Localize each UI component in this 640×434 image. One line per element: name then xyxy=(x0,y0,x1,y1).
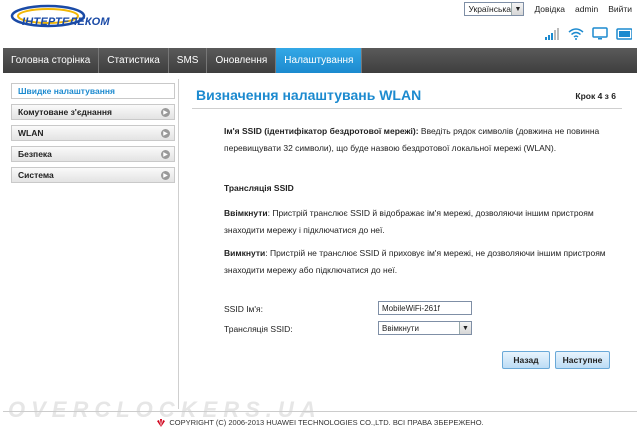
sidebar-item-quick-setup[interactable]: Швидке налаштування xyxy=(11,83,175,99)
sidebar-item-system[interactable]: Система ▶ xyxy=(11,167,175,183)
huawei-logo-icon xyxy=(157,418,166,427)
wifi-icon xyxy=(568,26,584,40)
nav-sms[interactable]: SMS xyxy=(169,48,208,73)
disable-description: Вимкнути: Пристрій не транслює SSID й пр… xyxy=(224,245,624,279)
logout-link[interactable]: Вийти xyxy=(608,4,632,14)
sidebar-item-label: Безпека xyxy=(18,149,52,159)
footer: COPYRIGHT (C) 2006-2013 HUAWEI TECHNOLOG… xyxy=(0,418,640,427)
broadcast-label: Трансляція SSID: xyxy=(224,324,293,334)
sidebar: Швидке налаштування Комутоване з'єднання… xyxy=(3,79,179,409)
monitor-icon xyxy=(592,26,608,40)
title-row: Визначення налаштувань WLAN Крок 4 з 6 xyxy=(192,87,622,109)
enable-description: Ввімкнути: Пристрій транслює SSID й відо… xyxy=(224,205,624,239)
nav-statistics[interactable]: Статистика xyxy=(99,48,169,73)
help-link[interactable]: Довідка xyxy=(534,4,565,14)
chevron-down-icon: ▼ xyxy=(511,3,524,15)
ssid-input[interactable]: MobileWiFi-261f xyxy=(378,301,472,315)
nav-update[interactable]: Оновлення xyxy=(207,48,277,73)
sidebar-item-label: Система xyxy=(18,170,54,180)
ssid-description: Ім'я SSID (ідентифікатор бездротової мер… xyxy=(224,123,624,157)
ssid-desc-bold: Ім'я SSID (ідентифікатор бездротової мер… xyxy=(224,126,419,136)
sidebar-item-label: Комутоване з'єднання xyxy=(18,107,113,117)
logo-text: ІНТЕРТЕЛЕКОМ xyxy=(22,16,110,28)
footer-divider xyxy=(3,411,637,412)
next-button[interactable]: Наступне xyxy=(555,351,610,369)
enable-text: : Пристрій транслює SSID й відображає ім… xyxy=(224,208,594,235)
sidebar-item-dialup[interactable]: Комутоване з'єднання ▶ xyxy=(11,104,175,120)
signal-strength-icon xyxy=(544,26,560,40)
language-value: Українська xyxy=(468,4,512,14)
chevron-right-icon: ▶ xyxy=(161,170,170,180)
chevron-right-icon: ▶ xyxy=(161,128,170,138)
main-nav: Головна сторінка Статистика SMS Оновленн… xyxy=(3,48,637,73)
broadcast-select[interactable]: Ввімкнути ▼ xyxy=(378,321,472,335)
sidebar-item-security[interactable]: Безпека ▶ xyxy=(11,146,175,162)
battery-icon xyxy=(616,26,632,40)
chevron-down-icon: ▼ xyxy=(459,322,471,334)
nav-settings[interactable]: Налаштування xyxy=(276,48,363,73)
status-icons xyxy=(544,26,632,40)
broadcast-value: Ввімкнути xyxy=(382,323,419,333)
header: ІНТЕРТЕЛЕКОМ Українська ▼ Довідка admin … xyxy=(0,0,640,46)
user-link[interactable]: admin xyxy=(575,4,598,14)
disable-bold: Вимкнути xyxy=(224,248,266,258)
copyright-text: COPYRIGHT (C) 2006-2013 HUAWEI TECHNOLOG… xyxy=(169,418,484,427)
chevron-right-icon: ▶ xyxy=(161,149,170,159)
sidebar-item-label: WLAN xyxy=(18,128,44,138)
enable-bold: Ввімкнути xyxy=(224,208,268,218)
back-button[interactable]: Назад xyxy=(502,351,550,369)
top-links: Українська ▼ Довідка admin Вийти xyxy=(464,2,632,16)
language-select[interactable]: Українська ▼ xyxy=(464,2,525,16)
nav-home[interactable]: Головна сторінка xyxy=(3,48,100,73)
step-indicator: Крок 4 з 6 xyxy=(575,91,616,101)
chevron-right-icon: ▶ xyxy=(161,107,170,117)
broadcast-heading: Трансляція SSID xyxy=(224,183,294,193)
ssid-label: SSID Ім'я: xyxy=(224,304,263,314)
disable-text: : Пристрій не транслює SSID й приховує і… xyxy=(224,248,606,275)
sidebar-item-label: Швидке налаштування xyxy=(18,86,115,96)
intertelecom-logo: ІНТЕРТЕЛЕКОМ xyxy=(4,2,124,38)
sidebar-item-wlan[interactable]: WLAN ▶ xyxy=(11,125,175,141)
page-title: Визначення налаштувань WLAN xyxy=(196,87,422,103)
main-content: Визначення налаштувань WLAN Крок 4 з 6 І… xyxy=(180,79,637,409)
